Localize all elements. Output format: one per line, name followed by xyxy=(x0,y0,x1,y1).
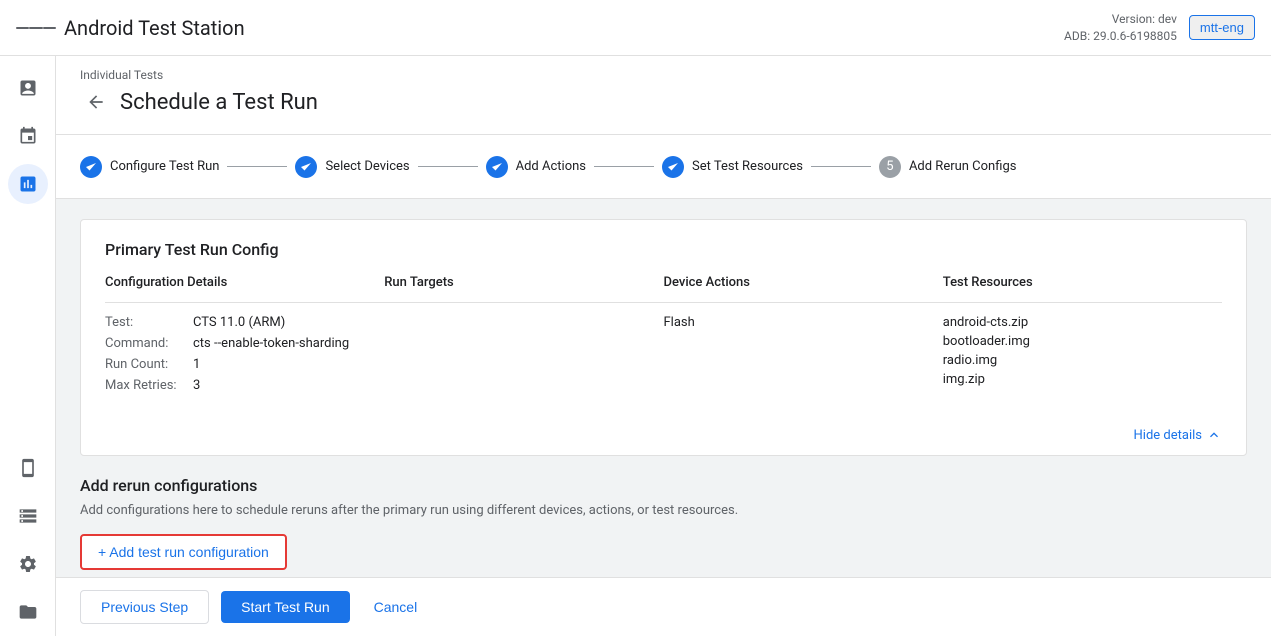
app-title: Android Test Station xyxy=(64,16,1064,40)
device-action-flash: Flash xyxy=(664,315,943,330)
resource-4: img.zip xyxy=(943,372,1222,387)
card-title: Primary Test Run Config xyxy=(105,240,1222,259)
config-row-command: Command: cts --enable-token-sharding xyxy=(105,336,384,351)
resource-3: radio.img xyxy=(943,353,1222,368)
add-config-button[interactable]: + Add test run configuration xyxy=(80,534,287,570)
step-3-icon xyxy=(486,156,508,178)
top-nav: Android Test Station Version: dev ADB: 2… xyxy=(0,0,1271,56)
step-4: Set Test Resources xyxy=(662,156,803,178)
resource-2: bootloader.img xyxy=(943,334,1222,349)
config-label-runcount: Run Count: xyxy=(105,357,185,372)
step-4-icon xyxy=(662,156,684,178)
sidebar-item-storage[interactable] xyxy=(8,496,48,536)
step-5-label: Add Rerun Configs xyxy=(909,159,1017,174)
config-col-deviceactions: Device Actions Flash xyxy=(664,275,943,399)
page-title: Schedule a Test Run xyxy=(120,90,318,115)
config-label-test: Test: xyxy=(105,315,185,330)
col-header-details: Configuration Details xyxy=(105,275,384,303)
rerun-section-desc: Add configurations here to schedule reru… xyxy=(80,503,1247,518)
hide-details-row: Hide details xyxy=(81,419,1246,455)
step-5-icon: 5 xyxy=(879,156,901,178)
step-3: Add Actions xyxy=(486,156,586,178)
start-test-run-button[interactable]: Start Test Run xyxy=(221,591,349,623)
sidebar-item-analytics[interactable] xyxy=(8,164,48,204)
primary-config-card: Primary Test Run Config Configuration De… xyxy=(80,219,1247,456)
step-4-label: Set Test Resources xyxy=(692,159,803,174)
config-row-runcount: Run Count: 1 xyxy=(105,357,384,372)
sidebar-item-device[interactable] xyxy=(8,448,48,488)
config-col-testresources: Test Resources android-cts.zip bootloade… xyxy=(943,275,1222,399)
config-row-maxretries: Max Retries: 3 xyxy=(105,378,384,393)
cancel-button[interactable]: Cancel xyxy=(362,591,430,623)
step-3-label: Add Actions xyxy=(516,159,586,174)
page-header: Individual Tests Schedule a Test Run xyxy=(56,56,1271,135)
col-header-runtargets: Run Targets xyxy=(384,275,663,303)
main-content: Primary Test Run Config Configuration De… xyxy=(56,199,1271,577)
step-1: Configure Test Run xyxy=(80,156,219,178)
config-value-runcount: 1 xyxy=(193,357,200,372)
col-header-deviceactions: Device Actions xyxy=(664,275,943,303)
config-row-test: Test: CTS 11.0 (ARM) xyxy=(105,315,384,330)
config-value-command: cts --enable-token-sharding xyxy=(193,336,349,351)
config-value-test: CTS 11.0 (ARM) xyxy=(193,315,285,330)
step-2-icon xyxy=(295,156,317,178)
step-1-icon xyxy=(80,156,102,178)
sidebar-item-folder[interactable] xyxy=(8,592,48,632)
sidebar-item-calendar[interactable] xyxy=(8,116,48,156)
config-value-maxretries: 3 xyxy=(193,378,200,393)
main-layout: Individual Tests Schedule a Test Run Con… xyxy=(0,56,1271,636)
step-5: 5 Add Rerun Configs xyxy=(879,156,1017,178)
version-info: Version: dev ADB: 29.0.6-6198805 xyxy=(1064,11,1177,45)
hide-details-button[interactable]: Hide details xyxy=(1134,427,1222,443)
breadcrumb: Individual Tests xyxy=(80,68,1247,82)
stepper-bar: Configure Test Run Select Devices Add Ac… xyxy=(56,135,1271,199)
step-line-4 xyxy=(811,166,871,167)
hide-details-label: Hide details xyxy=(1134,428,1202,443)
rerun-section: Add rerun configurations Add configurati… xyxy=(80,476,1247,570)
device-actions-list: Flash xyxy=(664,315,943,330)
env-badge[interactable]: mtt-eng xyxy=(1189,15,1255,40)
step-line-1 xyxy=(227,166,287,167)
step-line-3 xyxy=(594,166,654,167)
config-grid: Configuration Details Test: CTS 11.0 (AR… xyxy=(105,275,1222,399)
config-col-details: Configuration Details Test: CTS 11.0 (AR… xyxy=(105,275,384,399)
test-resources-list: android-cts.zip bootloader.img radio.img… xyxy=(943,315,1222,387)
step-2-label: Select Devices xyxy=(325,159,409,174)
sidebar xyxy=(0,56,56,636)
rerun-section-title: Add rerun configurations xyxy=(80,476,1247,495)
resource-1: android-cts.zip xyxy=(943,315,1222,330)
previous-step-button[interactable]: Previous Step xyxy=(80,590,209,624)
step-2: Select Devices xyxy=(295,156,409,178)
col-header-testresources: Test Resources xyxy=(943,275,1222,303)
back-button[interactable] xyxy=(80,86,112,118)
config-label-maxretries: Max Retries: xyxy=(105,378,185,393)
menu-icon[interactable] xyxy=(16,8,56,48)
sidebar-item-tests[interactable] xyxy=(8,68,48,108)
sidebar-item-settings[interactable] xyxy=(8,544,48,584)
footer-bar: Previous Step Start Test Run Cancel xyxy=(56,577,1271,636)
step-line-2 xyxy=(418,166,478,167)
config-col-runtargets: Run Targets xyxy=(384,275,663,399)
config-label-command: Command: xyxy=(105,336,185,351)
step-1-label: Configure Test Run xyxy=(110,159,219,174)
